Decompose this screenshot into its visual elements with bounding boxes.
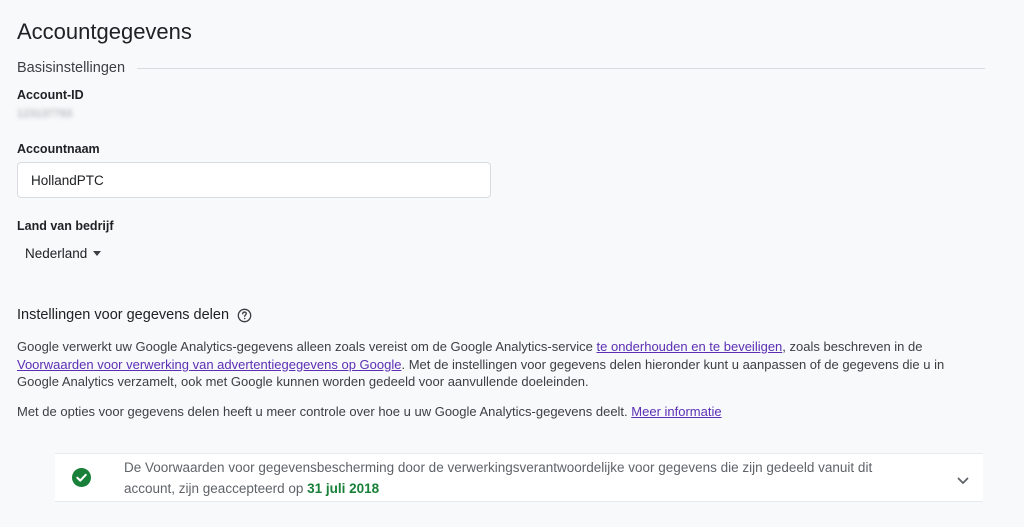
account-name-value: HollandPTC [31, 172, 104, 188]
learn-more-link[interactable]: Meer informatie [631, 404, 721, 419]
maintain-secure-link[interactable]: te onderhouden en te beveiligen [597, 339, 783, 354]
description-text: Google verwerkt uw Google Analytics-gege… [17, 339, 597, 354]
data-sharing-options-text: Met de opties voor gegevens delen heeft … [17, 403, 982, 421]
accepted-date: 31 juli 2018 [307, 481, 380, 496]
country-value: Nederland [25, 246, 88, 261]
country-select[interactable]: Nederland [25, 246, 102, 261]
options-text: Met de opties voor gegevens delen heeft … [17, 404, 632, 419]
account-id-value: 123137793 [17, 108, 73, 120]
basic-settings-section: Basisinstellingen [17, 60, 985, 76]
account-name-input[interactable]: HollandPTC [17, 162, 491, 198]
data-sharing-title: Instellingen voor gegevens delen [17, 307, 230, 323]
ads-data-processing-terms-link[interactable]: Voorwaarden voor verwerking van adverten… [17, 357, 401, 372]
data-sharing-heading: Instellingen voor gegevens delen [17, 307, 252, 323]
dropdown-arrow-icon [93, 251, 102, 256]
page-title: Accountgegevens [17, 19, 192, 44]
account-id-label: Account-ID [17, 88, 84, 102]
check-circle-icon [72, 468, 91, 487]
country-label: Land van bedrijf [17, 219, 114, 233]
description-text: , zoals beschreven in de [782, 339, 923, 354]
data-sharing-description: Google verwerkt uw Google Analytics-gege… [17, 338, 982, 391]
chevron-down-icon[interactable] [957, 472, 969, 484]
section-title: Basisinstellingen [17, 60, 126, 76]
section-divider [137, 67, 985, 69]
account-name-label: Accountnaam [17, 142, 100, 156]
terms-accepted-text: De Voorwaarden voor gegevensbescherming … [124, 457, 914, 499]
controller-terms-card[interactable]: De Voorwaarden voor gegevensbescherming … [55, 453, 983, 502]
help-circle-icon[interactable] [237, 308, 252, 323]
terms-text: De Voorwaarden voor gegevensbescherming … [124, 460, 873, 496]
